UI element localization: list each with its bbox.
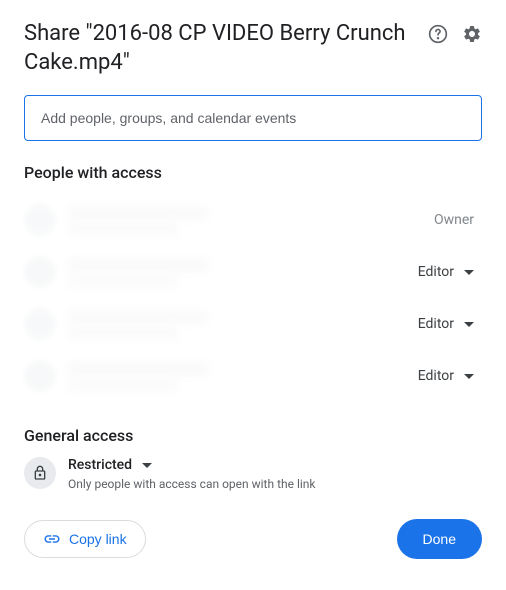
general-access-title: General access [24, 426, 482, 445]
copy-link-label: Copy link [69, 531, 127, 547]
link-icon [43, 530, 61, 548]
lock-icon [24, 457, 56, 489]
help-icon[interactable] [428, 24, 448, 44]
role-label: Editor [418, 264, 454, 280]
person-row: Owner [24, 194, 482, 246]
people-list: Owner Editor Editor Editor [24, 194, 482, 402]
access-level-dropdown[interactable]: Restricted [68, 457, 482, 473]
role-label: Editor [418, 368, 454, 384]
copy-link-button[interactable]: Copy link [24, 520, 146, 558]
role-dropdown[interactable]: Editor [410, 258, 482, 286]
access-level-label: Restricted [68, 457, 132, 473]
avatar [24, 256, 56, 288]
chevron-down-icon [464, 270, 474, 275]
avatar [24, 308, 56, 340]
people-section-title: People with access [24, 163, 482, 182]
access-description: Only people with access can open with th… [68, 477, 482, 491]
done-button[interactable]: Done [397, 519, 482, 559]
person-row: Editor [24, 298, 482, 350]
role-label: Editor [418, 316, 454, 332]
chevron-down-icon [464, 374, 474, 379]
role-owner-label: Owner [434, 212, 482, 228]
person-row: Editor [24, 350, 482, 402]
chevron-down-icon [464, 322, 474, 327]
avatar [24, 360, 56, 392]
chevron-down-icon [142, 463, 152, 468]
person-row: Editor [24, 246, 482, 298]
avatar [24, 204, 56, 236]
role-dropdown[interactable]: Editor [410, 310, 482, 338]
dialog-title: Share "2016-08 CP VIDEO Berry Crunch Cak… [24, 20, 428, 77]
add-people-input[interactable] [24, 95, 482, 141]
gear-icon[interactable] [462, 24, 482, 44]
role-dropdown[interactable]: Editor [410, 362, 482, 390]
